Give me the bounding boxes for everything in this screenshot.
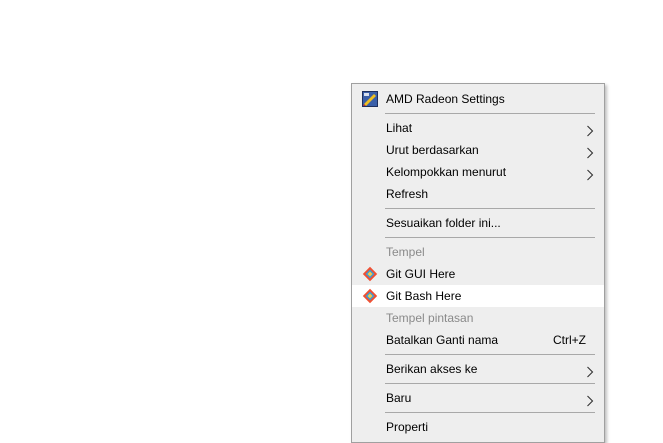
- menu-item-label: Lihat: [386, 121, 413, 135]
- chevron-right-icon: [586, 144, 594, 159]
- chevron-right-icon: [586, 363, 594, 378]
- menu-item-berikan-akses-ke[interactable]: Berikan akses ke: [352, 358, 604, 380]
- menu-item-tempel-pintasan: Tempel pintasan: [352, 307, 604, 329]
- menu-item-label: Refresh: [386, 187, 429, 201]
- menu-item-urut-berdasarkan[interactable]: Urut berdasarkan: [352, 139, 604, 161]
- menu-item-baru[interactable]: Baru: [352, 387, 604, 409]
- menu-separator: [385, 412, 595, 413]
- menu-item-label: Berikan akses ke: [386, 362, 478, 376]
- menu-item-sesuaikan-folder[interactable]: Sesuaikan folder ini...: [352, 212, 604, 234]
- menu-item-label: Properti: [386, 420, 429, 434]
- menu-separator: [385, 237, 595, 238]
- git-icon: [362, 288, 378, 304]
- menu-item-label: Git GUI Here: [386, 267, 456, 281]
- amd-radeon-icon: [362, 91, 378, 107]
- menu-item-label: AMD Radeon Settings: [386, 92, 505, 106]
- menu-item-label: Urut berdasarkan: [386, 143, 479, 157]
- context-menu: AMD Radeon Settings Lihat Urut berdasark…: [351, 83, 605, 443]
- git-icon: [362, 266, 378, 282]
- menu-item-shortcut: Ctrl+Z: [553, 333, 586, 347]
- menu-separator: [385, 208, 595, 209]
- menu-separator: [385, 354, 595, 355]
- menu-item-label: Batalkan Ganti nama: [386, 333, 499, 347]
- chevron-right-icon: [586, 392, 594, 407]
- menu-item-label: Tempel: [386, 245, 425, 259]
- menu-item-properti[interactable]: Properti: [352, 416, 604, 438]
- menu-item-lihat[interactable]: Lihat: [352, 117, 604, 139]
- menu-item-tempel: Tempel: [352, 241, 604, 263]
- menu-item-label: Git Bash Here: [386, 289, 462, 303]
- menu-item-git-bash-here[interactable]: Git Bash Here: [352, 285, 604, 307]
- chevron-right-icon: [586, 166, 594, 181]
- menu-item-amd-radeon-settings[interactable]: AMD Radeon Settings: [352, 88, 604, 110]
- chevron-right-icon: [586, 122, 594, 137]
- menu-item-kelompokkan-menurut[interactable]: Kelompokkan menurut: [352, 161, 604, 183]
- menu-item-label: Sesuaikan folder ini...: [386, 216, 501, 230]
- menu-item-label: Tempel pintasan: [386, 311, 474, 325]
- menu-item-batalkan-ganti-nama[interactable]: Batalkan Ganti nama Ctrl+Z: [352, 329, 604, 351]
- menu-item-label: Baru: [386, 391, 412, 405]
- menu-item-refresh[interactable]: Refresh: [352, 183, 604, 205]
- menu-item-label: Kelompokkan menurut: [386, 165, 507, 179]
- menu-item-git-gui-here[interactable]: Git GUI Here: [352, 263, 604, 285]
- menu-separator: [385, 113, 595, 114]
- menu-separator: [385, 383, 595, 384]
